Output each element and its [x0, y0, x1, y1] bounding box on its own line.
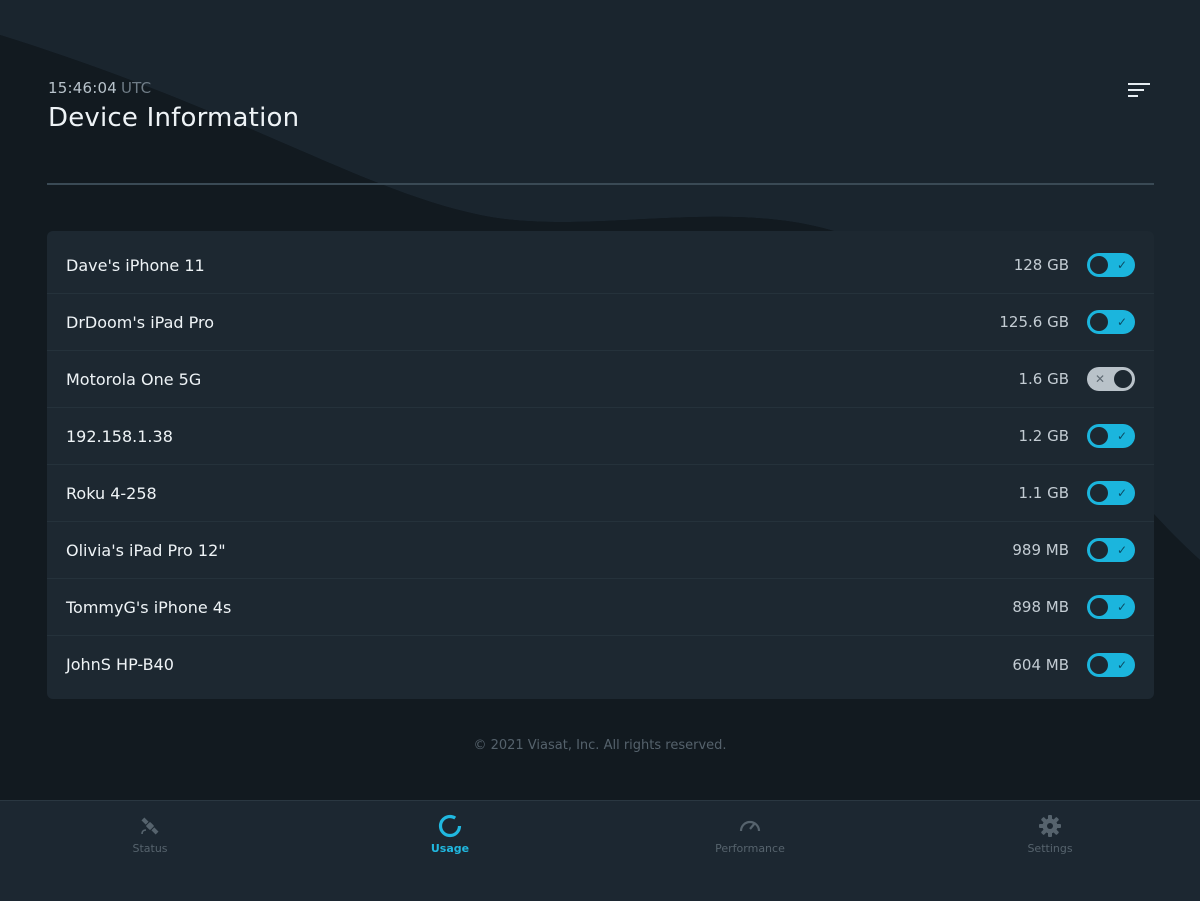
device-usage: 1.6 GB	[1018, 370, 1069, 388]
device-name: TommyG's iPhone 4s	[66, 597, 232, 617]
tab-usage[interactable]: Usage	[300, 801, 600, 901]
device-name: Dave's iPhone 11	[66, 255, 205, 275]
device-usage: 1.2 GB	[1018, 427, 1069, 445]
device-usage: 1.1 GB	[1018, 484, 1069, 502]
sort-menu-button[interactable]	[1124, 78, 1154, 102]
device-usage: 898 MB	[1012, 598, 1069, 616]
device-row: JohnS HP-B40 604 MB ✓	[47, 636, 1154, 693]
device-name: DrDoom's iPad Pro	[66, 312, 215, 332]
header-divider	[47, 183, 1154, 185]
copyright-text: © 2021 Viasat, Inc. All rights reserved.	[473, 738, 727, 753]
device-access-toggle[interactable]: ✓	[1087, 424, 1135, 448]
sort-icon	[1128, 83, 1150, 97]
check-icon: ✓	[1116, 600, 1127, 614]
current-time: 15:46:04 UTC	[48, 79, 151, 97]
device-usage: 989 MB	[1012, 541, 1069, 559]
device-access-toggle[interactable]: ✓	[1087, 595, 1135, 619]
device-name: 192.158.1.38	[66, 426, 173, 446]
device-name: JohnS HP-B40	[66, 655, 174, 674]
tab-settings[interactable]: Settings	[900, 801, 1200, 901]
satellite-icon	[137, 813, 163, 839]
check-icon: ✓	[1116, 429, 1127, 443]
device-access-toggle[interactable]: ✓	[1087, 253, 1135, 277]
device-usage: 604 MB	[1012, 655, 1069, 674]
close-icon: ✕	[1095, 372, 1106, 386]
toggle-knob	[1090, 256, 1108, 274]
time-value: 15:46:04	[48, 79, 117, 97]
device-access-toggle[interactable]: ✓	[1087, 538, 1135, 562]
device-name: Olivia's iPad Pro 12"	[66, 540, 226, 560]
tab-label: Usage	[430, 842, 470, 855]
device-row: DrDoom's iPad Pro 125.6 GB ✓	[47, 294, 1154, 351]
toggle-knob	[1114, 370, 1132, 388]
bottom-tab-bar: Status Usage Performance Settings	[0, 800, 1200, 901]
timezone-label: UTC	[120, 79, 152, 97]
device-row: TommyG's iPhone 4s 898 MB ✓	[47, 579, 1154, 636]
gear-icon	[1037, 813, 1063, 839]
check-icon: ✓	[1116, 486, 1127, 500]
device-list: Dave's iPhone 11 128 GB ✓ DrDoom's iPad Pro…	[47, 231, 1154, 699]
device-access-toggle[interactable]: ✓	[1087, 481, 1135, 505]
device-row: 192.158.1.38 1.2 GB ✓	[47, 408, 1154, 465]
check-icon: ✓	[1116, 258, 1127, 272]
device-row: Dave's iPhone 11 128 GB ✓	[47, 237, 1154, 294]
toggle-knob	[1090, 427, 1108, 445]
check-icon: ✓	[1116, 657, 1127, 672]
tab-label: Status	[132, 842, 168, 855]
device-access-toggle[interactable]: ✓	[1087, 310, 1135, 334]
device-row: Roku 4-258 1.1 GB ✓	[47, 465, 1154, 522]
toggle-knob	[1090, 313, 1108, 331]
check-icon: ✓	[1116, 543, 1127, 557]
device-access-toggle[interactable]: ✕	[1087, 367, 1135, 391]
page-title: Device Information	[48, 103, 300, 133]
device-name: Roku 4-258	[66, 483, 157, 503]
tab-status[interactable]: Status	[0, 801, 300, 901]
device-name: Motorola One 5G	[66, 369, 202, 389]
check-icon: ✓	[1116, 315, 1127, 329]
device-row: Motorola One 5G 1.6 GB ✕	[47, 351, 1154, 408]
tab-performance[interactable]: Performance	[600, 801, 900, 901]
tab-label: Performance	[715, 842, 785, 855]
toggle-knob	[1090, 484, 1108, 502]
usage-ring-icon	[437, 813, 463, 839]
device-usage: 128 GB	[1013, 256, 1069, 274]
device-access-toggle[interactable]: ✓	[1087, 652, 1135, 677]
toggle-knob	[1090, 655, 1108, 674]
device-row: Olivia's iPad Pro 12" 989 MB ✓	[47, 522, 1154, 579]
toggle-knob	[1090, 598, 1108, 616]
tab-label: Settings	[1027, 842, 1073, 855]
toggle-knob	[1090, 541, 1108, 559]
device-usage: 125.6 GB	[999, 313, 1069, 331]
speedometer-icon	[737, 813, 763, 839]
